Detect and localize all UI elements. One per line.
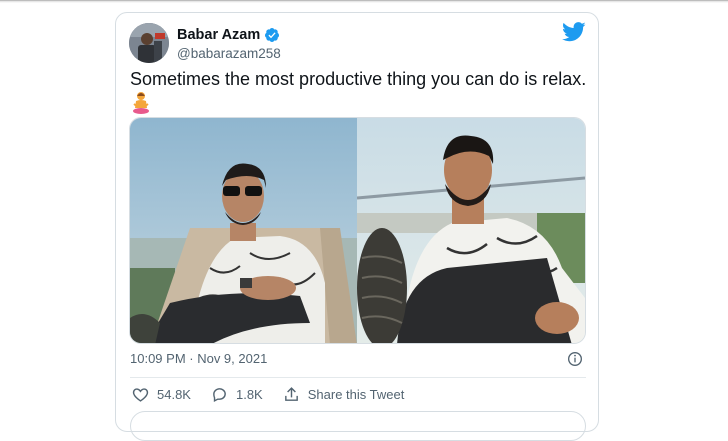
tweet-timestamp[interactable]: 10:09 PM · Nov 9, 2021 xyxy=(130,351,267,366)
photo-left[interactable] xyxy=(130,118,357,343)
author-handle[interactable]: @babarazam258 xyxy=(177,46,281,61)
read-replies-button[interactable] xyxy=(130,411,586,441)
info-icon[interactable] xyxy=(567,351,583,367)
verified-badge-icon xyxy=(265,28,280,42)
twitter-bird-icon[interactable] xyxy=(562,22,586,42)
author-row[interactable]: Babar Azam xyxy=(177,25,280,45)
tweet-text: Sometimes the most productive thing you … xyxy=(130,69,587,89)
like-count: 54.8K xyxy=(157,386,191,402)
share-button[interactable]: Share this Tweet xyxy=(283,386,405,403)
tweet-media[interactable] xyxy=(129,117,586,344)
photo-right[interactable] xyxy=(357,118,585,343)
like-button[interactable]: 54.8K xyxy=(132,386,191,403)
share-label: Share this Tweet xyxy=(307,386,405,402)
share-upload-icon xyxy=(284,386,298,401)
window-top-border xyxy=(0,0,728,1)
reply-bubble-icon xyxy=(213,387,226,402)
heart-icon xyxy=(132,387,149,402)
reply-button[interactable]: 1.8K xyxy=(211,386,263,403)
meditation-emoji-icon xyxy=(133,92,149,114)
author-name[interactable]: Babar Azam xyxy=(177,27,260,43)
tweet-actions: 54.8K 1.8K Share this Tweet xyxy=(132,384,424,404)
divider xyxy=(130,377,586,378)
reply-count: 1.8K xyxy=(235,386,263,402)
tweet-card[interactable]: Babar Azam @babarazam258 Sometimes the m… xyxy=(115,12,599,441)
avatar[interactable] xyxy=(129,23,169,63)
